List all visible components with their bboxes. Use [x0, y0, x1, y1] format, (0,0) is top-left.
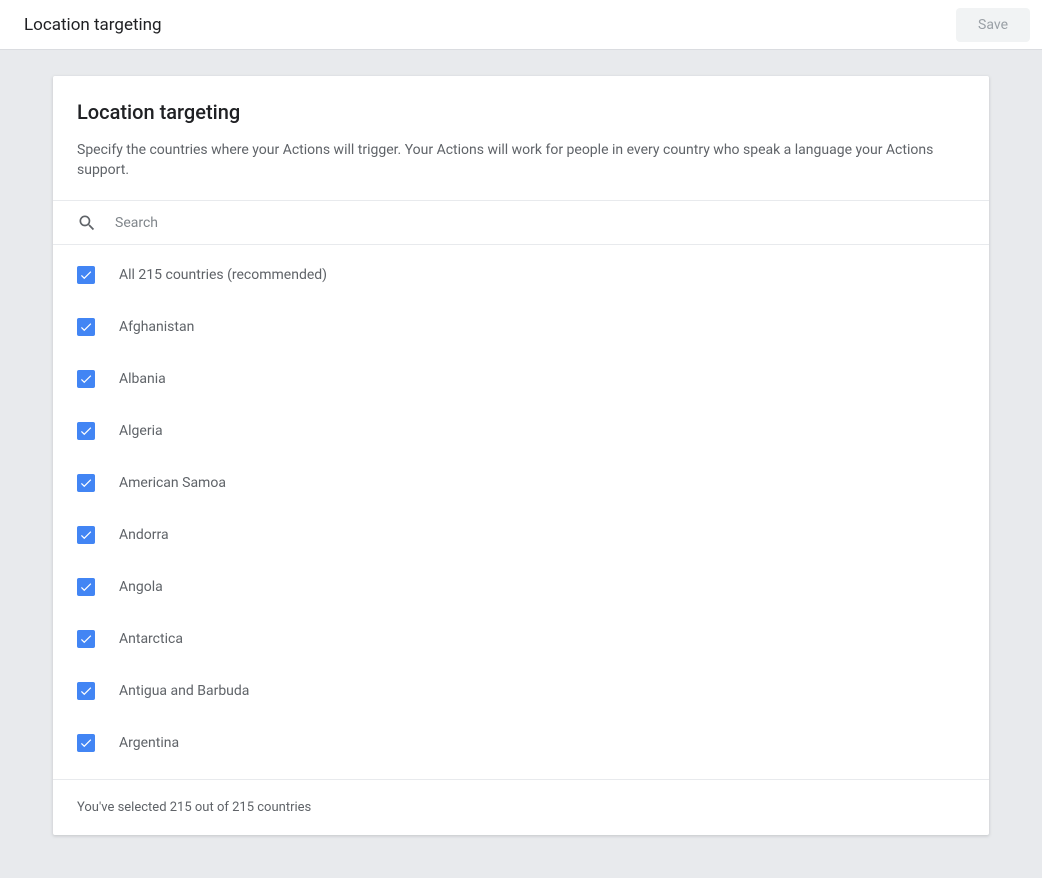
list-item[interactable]: Antarctica [53, 613, 989, 665]
list-item-label: Angola [119, 579, 163, 595]
checkbox-checked-icon[interactable] [77, 630, 95, 648]
card-header: Location targeting Specify the countries… [53, 76, 989, 200]
card-title: Location targeting [77, 100, 965, 124]
list-item[interactable]: Algeria [53, 405, 989, 457]
list-item[interactable]: Andorra [53, 509, 989, 561]
list-item-label: Argentina [119, 735, 179, 751]
list-item[interactable]: Argentina [53, 717, 989, 769]
list-item[interactable]: Afghanistan [53, 301, 989, 353]
checkbox-checked-icon[interactable] [77, 734, 95, 752]
list-item[interactable]: Antigua and Barbuda [53, 665, 989, 717]
card-description: Specify the countries where your Actions… [77, 140, 965, 180]
list-item[interactable]: American Samoa [53, 457, 989, 509]
page-title: Location targeting [24, 15, 162, 35]
save-button[interactable]: Save [956, 8, 1030, 42]
list-item-label: Afghanistan [119, 319, 194, 335]
checkbox-checked-icon[interactable] [77, 370, 95, 388]
checkbox-checked-icon[interactable] [77, 474, 95, 492]
list-item[interactable]: Angola [53, 561, 989, 613]
list-item-label: Andorra [119, 527, 169, 543]
checkbox-checked-icon[interactable] [77, 526, 95, 544]
checkbox-checked-icon[interactable] [77, 578, 95, 596]
location-card: Location targeting Specify the countries… [53, 76, 989, 835]
list-item-label: Antarctica [119, 631, 183, 647]
list-item-label: Albania [119, 371, 166, 387]
list-item-label: Antigua and Barbuda [119, 683, 249, 699]
list-item-label: American Samoa [119, 475, 226, 491]
checkbox-checked-icon[interactable] [77, 422, 95, 440]
checkbox-checked-icon[interactable] [77, 682, 95, 700]
selection-status: You've selected 215 out of 215 countries [53, 779, 989, 835]
search-input[interactable] [115, 215, 965, 231]
page-header: Location targeting Save [0, 0, 1042, 50]
list-item-label: Algeria [119, 423, 163, 439]
list-item-label: All 215 countries (recommended) [119, 267, 327, 283]
country-list-wrapper: All 215 countries (recommended) Afghanist… [53, 245, 989, 779]
country-list[interactable]: All 215 countries (recommended) Afghanist… [53, 245, 989, 779]
checkbox-checked-icon[interactable] [77, 266, 95, 284]
search-row [53, 200, 989, 245]
list-item[interactable]: Albania [53, 353, 989, 405]
checkbox-checked-icon[interactable] [77, 318, 95, 336]
list-item[interactable]: All 215 countries (recommended) [53, 249, 989, 301]
search-icon [77, 213, 97, 233]
